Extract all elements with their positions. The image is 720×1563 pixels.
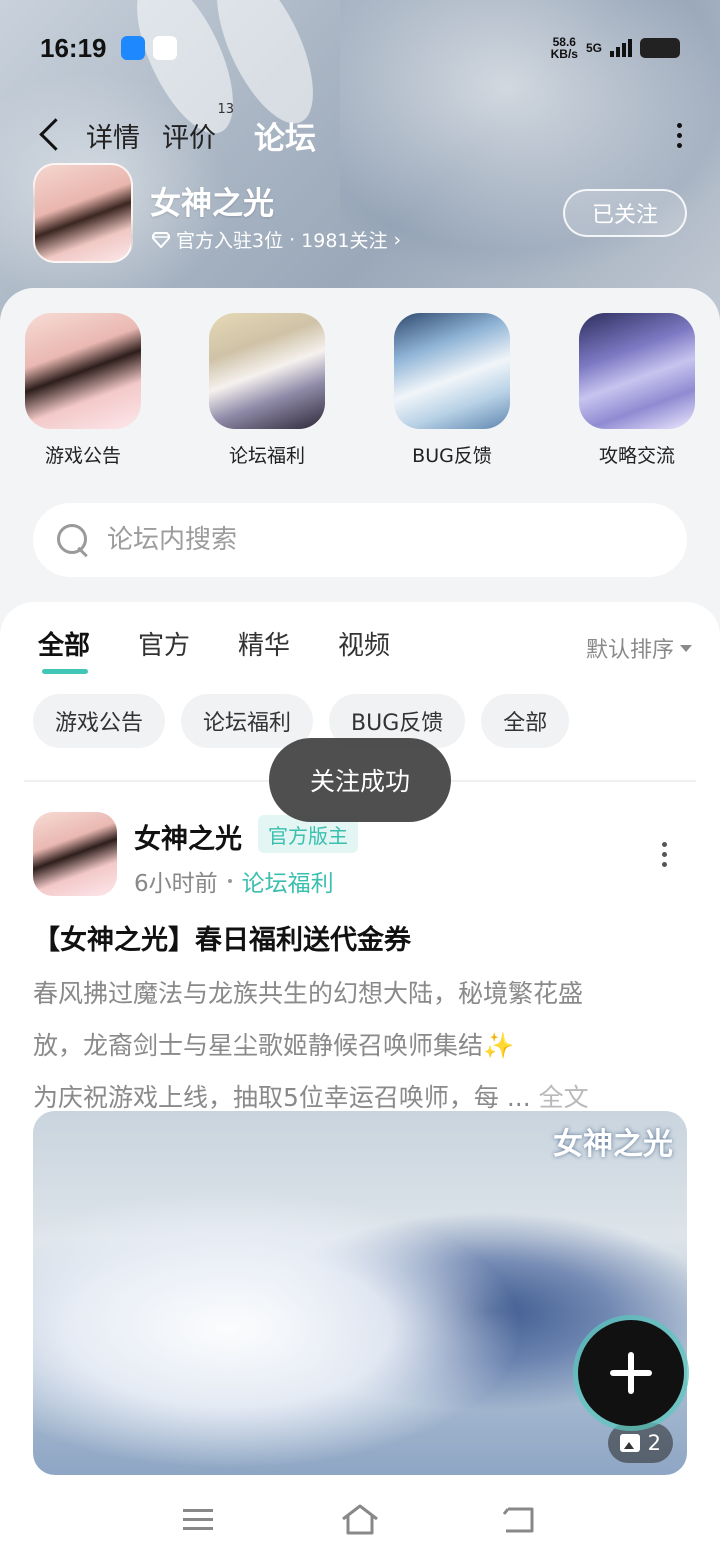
category-thumbnail (394, 313, 510, 429)
category-bug-feedback[interactable]: BUG反馈 (382, 313, 522, 468)
official-count: 官方入驻3位 (176, 230, 284, 252)
image-watermark: 女神之光 (553, 1127, 673, 1162)
full-text-link[interactable]: 全文 (539, 1083, 589, 1112)
category-thumbnail (579, 313, 695, 429)
feed-tab-video[interactable]: 视频 (338, 625, 390, 662)
game-meta[interactable]: 官方入驻3位 · 1981关注 › (152, 226, 401, 253)
battery-icon (640, 38, 680, 58)
chevron-right-icon: › (393, 228, 402, 251)
back-arrow-icon[interactable] (36, 115, 66, 155)
post-body[interactable]: 春风拂过魔法与龙族共生的幻想大陆，秘境繁花盛 放，龙裔剑士与星尘歌姬静候召唤师集… (33, 968, 683, 1124)
post-board-link[interactable]: 论坛福利 (242, 864, 334, 898)
clock: 16:19 (40, 32, 107, 63)
net-speed-unit: KB/s (550, 47, 578, 61)
more-options-icon[interactable] (674, 122, 684, 148)
tab-forum[interactable]: 论坛 (254, 113, 316, 158)
diamond-icon (152, 231, 170, 248)
category-row: 游戏公告 论坛福利 BUG反馈 攻略交流 (0, 313, 720, 473)
feed-tab-official[interactable]: 官方 (138, 625, 190, 662)
search-icon (55, 522, 91, 558)
chip-game-announcement[interactable]: 游戏公告 (33, 694, 166, 748)
chip-forum-welfare[interactable]: 论坛福利 (181, 694, 314, 748)
game-icon (33, 163, 133, 263)
system-nav-bar (0, 1483, 720, 1563)
sort-dropdown[interactable]: 默认排序 (586, 632, 692, 664)
meta-separator: · (289, 228, 296, 251)
post-body-line: 放，龙裔剑士与星尘歌姬静候召唤师集结✨ (33, 1031, 515, 1060)
post-more-icon[interactable] (662, 842, 667, 867)
category-label: 攻略交流 (598, 445, 675, 467)
feed-tab-all[interactable]: 全部 (38, 625, 90, 674)
sort-label: 默认排序 (585, 638, 674, 663)
post-image[interactable]: 女神之光 2 (33, 1111, 687, 1475)
game-title: 女神之光 (150, 186, 274, 222)
menu-icon[interactable] (183, 1503, 223, 1543)
toast-message: 关注成功 (269, 738, 451, 822)
tab-reviews[interactable]: 评价 13 (162, 102, 234, 155)
review-count-badge: 13 (217, 101, 234, 117)
app-notification-icon (120, 36, 145, 60)
caret-down-icon (680, 644, 692, 652)
post-time: 6小时前 (134, 871, 218, 897)
chip-all[interactable]: 全部 (481, 694, 570, 748)
search-input[interactable] (107, 525, 627, 555)
forum-search-bar[interactable] (33, 503, 687, 577)
sparkle-icon: ✨ (483, 1031, 515, 1060)
feed-tabs: 全部 官方 精华 视频 (38, 625, 390, 674)
tab-label: 论坛 (254, 120, 316, 157)
image-count: 2 (647, 1431, 661, 1455)
tab-label: 详情 (86, 122, 140, 154)
category-label: 论坛福利 (228, 445, 305, 467)
image-count-badge: 2 (607, 1423, 673, 1463)
signal-icon (610, 39, 632, 57)
plus-icon (610, 1352, 652, 1394)
post-title[interactable]: 【女神之光】春日福利送代金券 (33, 918, 411, 957)
feed-tab-featured[interactable]: 精华 (238, 625, 290, 662)
app-notification-icon (152, 36, 177, 60)
category-label: 游戏公告 (44, 445, 121, 467)
net-speed: 58.6 KB/s (551, 36, 578, 60)
meta-dot (227, 879, 232, 883)
category-label: BUG反馈 (412, 445, 492, 467)
category-thumbnail (25, 313, 141, 429)
network-type: 5G (585, 41, 602, 55)
author-name[interactable]: 女神之光 (134, 817, 242, 856)
category-forum-welfare[interactable]: 论坛福利 (197, 313, 337, 468)
follow-button[interactable]: 已关注 (563, 189, 687, 237)
create-post-button[interactable] (578, 1320, 684, 1426)
tab-details[interactable]: 详情 (86, 116, 140, 155)
category-thumbnail (209, 313, 325, 429)
top-nav: 详情 评价 13 论坛 (36, 102, 684, 160)
image-icon (619, 1434, 640, 1452)
home-icon[interactable] (340, 1503, 380, 1543)
category-strategy[interactable]: 攻略交流 (567, 313, 707, 468)
tab-label: 评价 (162, 122, 216, 154)
status-bar: 16:19 58.6 KB/s 5G (40, 28, 680, 68)
post-meta: 6小时前 论坛福利 (134, 864, 334, 898)
follower-count: 1981关注 (301, 230, 388, 252)
back-icon[interactable] (500, 1503, 540, 1543)
post-body-line: 春风拂过魔法与龙族共生的幻想大陆，秘境繁花盛 (33, 979, 584, 1008)
author-avatar[interactable] (33, 812, 117, 896)
category-game-announcement[interactable]: 游戏公告 (13, 313, 153, 468)
